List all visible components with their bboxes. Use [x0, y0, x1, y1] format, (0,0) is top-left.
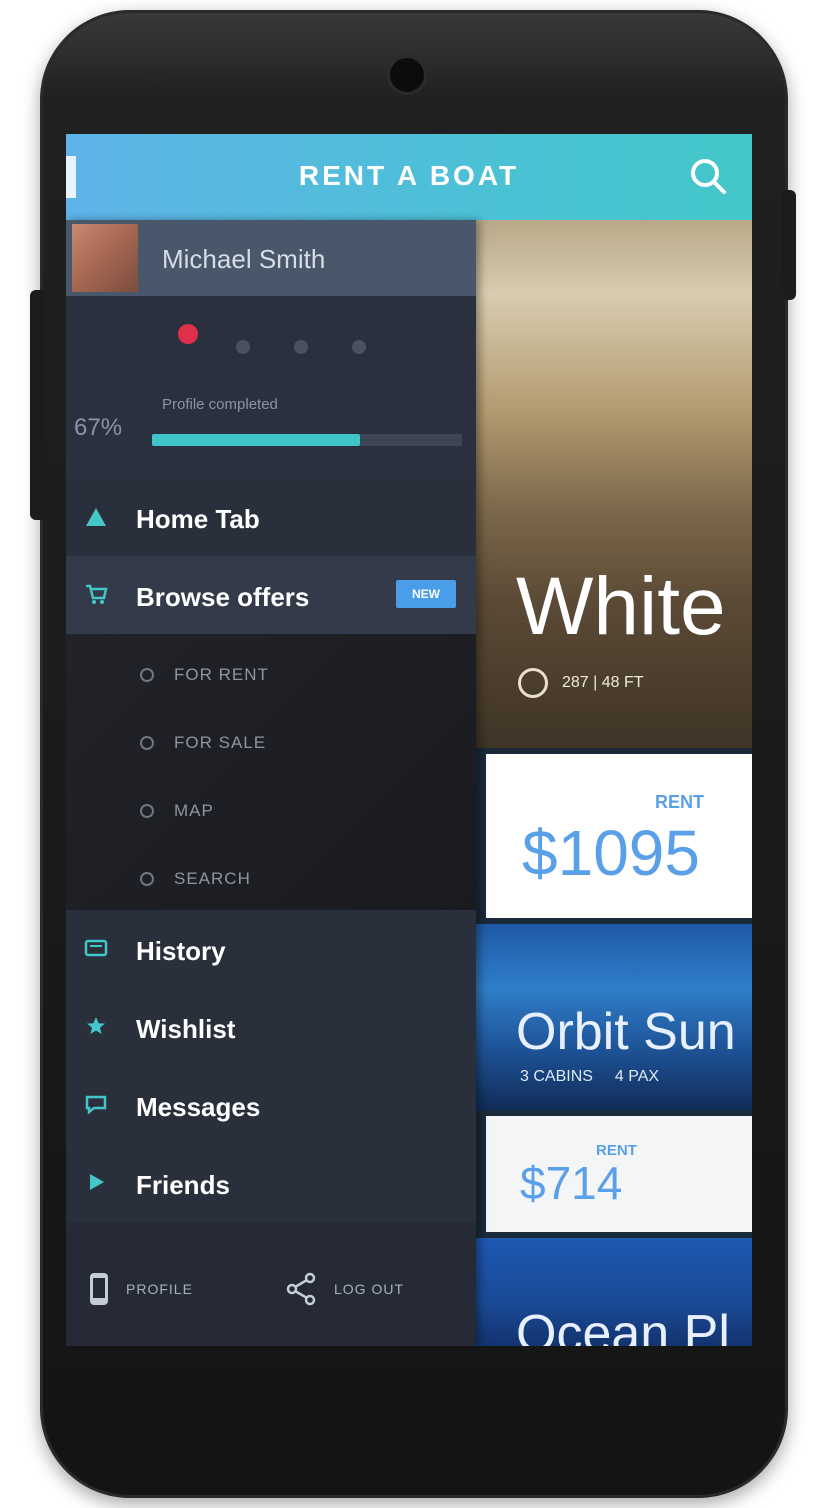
progress-bar: [152, 434, 462, 446]
status-dot: [294, 340, 308, 354]
logout-button[interactable]: LOG OUT: [284, 1272, 404, 1306]
browse-submenu: FOR RENT FOR SALE MAP SEARCH: [66, 634, 476, 910]
nav-item-label: Friends: [136, 1170, 230, 1200]
nav-item-label: Wishlist: [136, 1014, 236, 1044]
nav-item-label: Home Tab: [136, 504, 260, 534]
status-dot: [236, 340, 250, 354]
cart-icon: [86, 584, 108, 604]
nav-item-home-tab[interactable]: Home Tab: [66, 478, 476, 556]
home-icon: [86, 508, 106, 526]
friends-icon: [90, 1174, 104, 1190]
progress-label: Profile completed: [162, 396, 278, 413]
price-value: $1095: [522, 817, 700, 889]
circle-icon: [140, 668, 154, 682]
logout-button-label: LOG OUT: [334, 1281, 405, 1297]
listing-title: Ocean Pl: [516, 1305, 730, 1346]
profile-button[interactable]: PROFILE: [88, 1272, 193, 1306]
nav-item-browse-offers[interactable]: Browse offers NEW: [66, 556, 476, 634]
listing-meta: 3 CABINS 4 PAX: [520, 1068, 659, 1086]
search-icon[interactable]: [686, 154, 730, 198]
tag-icon: [140, 736, 154, 750]
submenu-label: FOR RENT: [174, 665, 269, 684]
nav-item-label: Browse offers: [136, 582, 310, 612]
listing-card[interactable]: Ocean Pl: [476, 1238, 752, 1346]
profile-header[interactable]: Michael Smith: [66, 220, 476, 296]
chat-icon: [85, 1095, 107, 1115]
progress-bar-fill: [152, 434, 360, 446]
app-screen: White 287 | 48 FT RENT $1095 Orbit Sun 3…: [66, 134, 752, 1346]
listing-meta-pax: 4 PAX: [614, 1068, 660, 1085]
price-card[interactable]: RENT $714: [486, 1116, 752, 1232]
map-pin-icon: [140, 804, 154, 818]
app-title: RENT A BOAT: [298, 160, 520, 191]
nav-item-messages[interactable]: Messages: [66, 1066, 476, 1144]
price-value: $714: [520, 1157, 623, 1209]
avatar[interactable]: [72, 224, 138, 292]
listing-card[interactable]: White 287 | 48 FT: [476, 220, 752, 748]
progress-percent: 67%: [74, 414, 123, 441]
price-label: RENT: [655, 792, 704, 812]
front-camera: [390, 58, 424, 92]
listing-title: Orbit Sun: [516, 1003, 736, 1061]
phone-icon: [90, 1273, 108, 1305]
price-card[interactable]: RENT $1095: [486, 754, 752, 918]
nav-item-friends[interactable]: Friends: [66, 1144, 476, 1222]
volume-button: [30, 290, 44, 520]
listing-meta: 287 | 48 FT: [518, 668, 644, 698]
history-icon: [84, 939, 108, 957]
profile-name: Michael Smith: [162, 244, 326, 274]
new-badge: NEW: [396, 580, 456, 608]
star-icon: [87, 1017, 105, 1034]
submenu-item-search[interactable]: SEARCH: [66, 846, 476, 914]
status-dot-active: [178, 324, 198, 344]
profile-button-label: PROFILE: [126, 1281, 193, 1297]
status-dot: [352, 340, 366, 354]
listing-title: White: [516, 561, 726, 652]
app-header: RENT A BOAT: [66, 134, 752, 220]
submenu-label: FOR SALE: [174, 733, 267, 752]
listing-meta-text: 287 | 48 FT: [562, 674, 644, 691]
nav-item-history[interactable]: History: [66, 910, 476, 988]
navigation-drawer: Michael Smith 67% Profile completed Home…: [66, 220, 476, 1346]
nav-item-label: Messages: [136, 1092, 261, 1122]
proximity-sensor: [150, 70, 164, 84]
drawer-footer: PROFILE LOG OUT: [66, 1230, 476, 1346]
power-button: [782, 190, 796, 300]
submenu-label: MAP: [174, 801, 214, 820]
profile-progress: 67% Profile completed: [66, 382, 476, 478]
submenu-item-for-rent[interactable]: FOR RENT: [66, 642, 476, 710]
submenu-item-for-sale[interactable]: FOR SALE: [66, 710, 476, 778]
share-icon: [286, 1272, 316, 1306]
info-icon: [518, 668, 548, 698]
nav-item-label: History: [136, 936, 226, 966]
listing-meta-cabins: 3 CABINS: [520, 1068, 593, 1085]
listing-card[interactable]: Orbit Sun 3 CABINS 4 PAX: [476, 924, 752, 1110]
submenu-label: SEARCH: [174, 869, 251, 888]
search-icon: [140, 872, 154, 886]
nav-item-wishlist[interactable]: Wishlist: [66, 988, 476, 1066]
listings-feed[interactable]: White 287 | 48 FT RENT $1095 Orbit Sun 3…: [476, 220, 752, 1346]
notification-dots: [66, 296, 476, 382]
submenu-item-map[interactable]: MAP: [66, 778, 476, 846]
